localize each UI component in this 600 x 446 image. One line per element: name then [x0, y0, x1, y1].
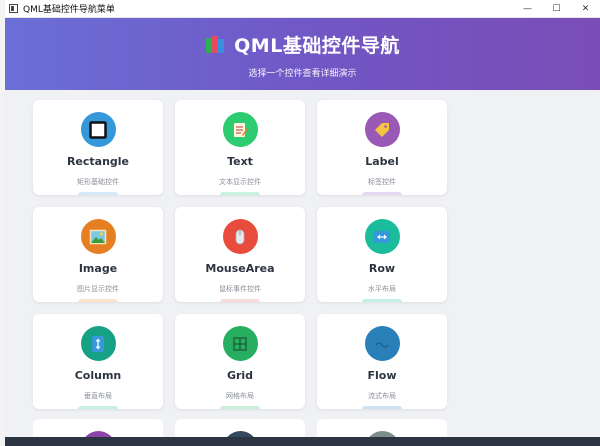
page-title: QML基础控件导航	[234, 35, 400, 57]
card-title: Flow	[367, 369, 397, 382]
square-frame-icon	[80, 112, 116, 147]
card-label[interactable]: Label 标签控件	[317, 100, 447, 195]
title-bar[interactable]: QML基础控件导航菜单 — ☐ ✕	[5, 0, 600, 18]
maximize-button[interactable]: ☐	[542, 0, 571, 17]
card-description: 水平布局	[368, 285, 396, 293]
card-title: Text	[227, 155, 253, 168]
card-title: MouseArea	[205, 262, 275, 275]
card-title: Column	[74, 369, 122, 382]
card-flow[interactable]: Flow 流式布局	[317, 314, 447, 409]
card-accent-bar	[78, 299, 118, 302]
memo-icon	[222, 112, 258, 147]
taskbar	[5, 437, 600, 446]
card-image[interactable]: Image 图片显示控件	[33, 207, 163, 302]
card-text[interactable]: Text 文本显示控件	[175, 100, 305, 195]
card-accent-bar	[362, 406, 402, 409]
card-mousearea[interactable]: MouseArea 鼠标事件控件	[175, 207, 305, 302]
tag-icon	[364, 112, 400, 147]
window-controls: — ☐ ✕	[513, 0, 600, 17]
page-header: QML基础控件导航 选择一个控件查看详细演示	[5, 18, 600, 90]
card-title: Label	[365, 155, 399, 168]
card-description: 文本显示控件	[219, 178, 261, 186]
picture-icon	[80, 219, 116, 254]
card-accent-bar	[362, 192, 402, 195]
card-title: Grid	[226, 369, 254, 382]
card-accent-bar	[78, 406, 118, 409]
horizontal-arrows-icon	[364, 219, 400, 254]
card-accent-bar	[78, 192, 118, 195]
minimize-button[interactable]: —	[513, 0, 542, 17]
card-description: 图片显示控件	[77, 285, 119, 293]
card-description: 矩形基础控件	[77, 178, 119, 186]
card-description: 流式布局	[368, 392, 396, 400]
close-button[interactable]: ✕	[571, 0, 600, 17]
mouse-icon	[222, 219, 258, 254]
card-accent-bar	[362, 299, 402, 302]
card-accent-bar	[220, 406, 260, 409]
card-accent-bar	[220, 299, 260, 302]
card-column[interactable]: Column 垂直布局	[33, 314, 163, 409]
wave-icon	[364, 326, 400, 361]
control-card-grid: Rectangle 矩形基础控件 Text 文本显示控件 Label 标签控件	[33, 100, 447, 409]
content-area[interactable]: Rectangle 矩形基础控件 Text 文本显示控件 Label 标签控件	[5, 90, 600, 446]
header-title-row: QML基础控件导航	[205, 31, 400, 58]
card-rectangle[interactable]: Rectangle 矩形基础控件	[33, 100, 163, 195]
card-title: Image	[78, 262, 118, 275]
app-window: QML基础控件导航菜单 — ☐ ✕ QML基础控件导航 选择一个控件查看详细演示…	[5, 0, 600, 446]
grid-icon	[222, 326, 258, 361]
card-description: 网格布局	[226, 392, 254, 400]
card-description: 垂直布局	[84, 392, 112, 400]
card-grid[interactable]: Grid 网格布局	[175, 314, 305, 409]
app-window-icon	[9, 4, 18, 13]
books-icon	[205, 35, 225, 54]
card-row[interactable]: Row 水平布局	[317, 207, 447, 302]
window-title: QML基础控件导航菜单	[23, 5, 115, 15]
card-description: 标签控件	[368, 178, 396, 186]
page-subtitle: 选择一个控件查看详细演示	[248, 69, 357, 79]
vertical-arrows-icon	[80, 326, 116, 361]
card-title: Rectangle	[66, 155, 130, 168]
card-description: 鼠标事件控件	[219, 285, 261, 293]
card-title: Row	[368, 262, 396, 275]
card-accent-bar	[220, 192, 260, 195]
